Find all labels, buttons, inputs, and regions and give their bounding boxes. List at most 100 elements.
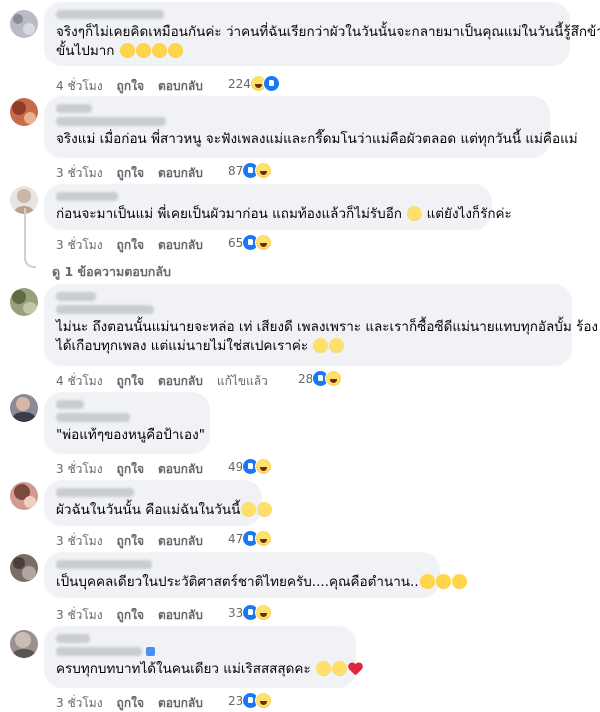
like-button[interactable]: ถูกใจ [117,460,144,479]
edited-label[interactable]: แก้ไขแล้ว [217,372,268,391]
like-button[interactable]: ถูกใจ [117,606,144,625]
blurred-author-name[interactable] [56,192,118,201]
laughing-emoji-icon [257,502,273,517]
comment-bubble: "พ่อแท้ๆของหนูคือป้าเอง" [44,392,210,454]
comment-actions: 3 ชั่วโมง ถูกใจ ตอบกลับ [56,694,217,712]
reaction-count: 224 [228,76,251,91]
comment-actions: 3 ชั่วโมง ถูกใจ ตอบกลับ [56,606,217,625]
blurred-author-name[interactable] [56,400,84,409]
blurred-author-name[interactable] [56,292,96,301]
reaction-count: 65 [228,235,244,250]
comment-time[interactable]: 4 ชั่วโมง [56,77,103,96]
comment-bubble: จริงแม่ เมื่อก่อน พี่สาวหนู จะฟังเพลงแม่… [44,96,578,158]
blurred-author-subname[interactable] [56,647,142,656]
comment-actions: 3 ชั่วโมง ถูกใจ ตอบกลับ [56,532,217,551]
reaction-summary[interactable]: 65 [228,234,273,251]
like-button[interactable]: ถูกใจ [117,532,144,551]
reaction-count: 87 [228,163,244,178]
comment-actions: 4 ชั่วโมง ถูกใจ ตอบกลับ [56,77,217,96]
like-button[interactable]: ถูกใจ [117,164,144,183]
reaction-summary[interactable]: 23 [228,692,273,709]
blurred-author-subname[interactable] [56,413,130,422]
laughing-emoji-icon [313,338,329,353]
comment-text: ครบทุกบทบาทได้ในคนเดียว แม่เริสสสสุดคะ [56,660,348,679]
reply-button[interactable]: ตอบกลับ [158,236,203,255]
comment-time[interactable]: 4 ชั่วโมง [56,372,103,391]
like-button[interactable]: ถูกใจ [117,236,144,255]
haha-reaction-icon [255,692,273,709]
heart-emoji-icon [348,663,363,676]
comment-time[interactable]: 3 ชั่วโมง [56,236,103,255]
comment-time[interactable]: 3 ชั่วโมง [56,606,103,625]
reaction-summary[interactable]: 47 [228,530,273,547]
like-button[interactable]: ถูกใจ [117,372,144,391]
comment-time[interactable]: 3 ชั่วโมง [56,694,103,712]
reply-button[interactable]: ตอบกลับ [158,77,203,96]
reaction-summary[interactable]: 33 [228,604,273,621]
blurred-author-name[interactable] [56,560,152,569]
haha-reaction-icon [255,604,273,621]
comment-bubble: เป็นบุคคลเดียวในประวัติศาสตร์ชาติไทยครับ… [44,552,467,598]
laughing-emoji-icon [407,206,423,221]
avatar[interactable] [10,10,38,38]
avatar[interactable] [10,394,38,422]
comment-actions: 4 ชั่วโมง ถูกใจ ตอบกลับ แก้ไขแล้ว [56,372,282,391]
reaction-summary[interactable]: 87 [228,162,273,179]
reaction-count: 33 [228,605,244,620]
avatar[interactable] [10,554,38,582]
reaction-summary[interactable]: 224 [228,75,280,92]
blurred-author-subname[interactable] [56,117,166,126]
reply-button[interactable]: ตอบกลับ [158,164,203,183]
rofl-emoji-icon [435,574,451,589]
comment-text: เป็นบุคคลเดียวในประวัติศาสตร์ชาติไทยครับ… [56,573,467,592]
haha-reaction-icon [255,530,273,547]
comment-actions: 3 ชั่วโมง ถูกใจ ตอบกลับ [56,164,217,183]
comment-text: จริงๆก็ไม่เคยคิดเหมือนกันค่ะ ว่าคนที่ฉัน… [56,24,600,59]
reaction-count: 47 [228,531,244,546]
rofl-emoji-icon [151,43,167,58]
haha-reaction-icon [255,234,273,251]
haha-reaction-icon [325,370,343,387]
avatar[interactable] [10,482,38,510]
laughing-emoji-icon [241,502,257,517]
comment-text: ไม่นะ ถึงตอนนั้นแม่นายจะหล่อ เท่ เสียงดี… [56,319,599,354]
comment-text: ก่อนจะมาเป็นแม่ พี่เคยเป็นผัวมาก่อน แถมท… [56,206,512,222]
blurred-author-name[interactable] [56,104,92,113]
comment-text: จริงแม่ เมื่อก่อน พี่สาวหนู จะฟังเพลงแม่… [56,131,578,147]
reaction-count: 23 [228,693,244,708]
avatar[interactable] [10,630,38,658]
comment-bubble: จริงๆก็ไม่เคยคิดเหมือนกันค่ะ ว่าคนที่ฉัน… [44,2,600,66]
rofl-emoji-icon [167,43,183,58]
reply-button[interactable]: ตอบกลับ [158,460,203,479]
comment-actions: 3 ชั่วโมง ถูกใจ ตอบกลับ [56,236,217,255]
comment-time[interactable]: 3 ชั่วโมง [56,532,103,551]
reply-thread-line [24,208,36,268]
like-reaction-icon [262,75,280,92]
reaction-summary[interactable]: 28 [298,370,343,387]
haha-reaction-icon [255,162,273,179]
blurred-author-name[interactable] [56,10,164,19]
blurred-author-subname[interactable] [56,305,154,314]
badge-icon [146,647,155,656]
reply-button[interactable]: ตอบกลับ [158,372,203,391]
comment-time[interactable]: 3 ชั่วโมง [56,164,103,183]
rofl-emoji-icon [135,43,151,58]
comment-text: ผัวฉันในวันนั้น คือแม่ฉันในวันนี้ [56,501,273,520]
haha-reaction-icon [255,458,273,475]
like-button[interactable]: ถูกใจ [117,77,144,96]
avatar[interactable] [10,288,38,316]
blurred-author-name[interactable] [56,488,134,497]
blurred-author-name[interactable] [56,634,90,643]
view-replies-link[interactable]: ดู 1 ข้อความตอบกลับ [52,262,171,282]
comment-time[interactable]: 3 ชั่วโมง [56,460,103,479]
reply-button[interactable]: ตอบกลับ [158,694,203,712]
comment-bubble: ก่อนจะมาเป็นแม่ พี่เคยเป็นผัวมาก่อน แถมท… [44,184,512,230]
avatar[interactable] [10,98,38,126]
reply-button[interactable]: ตอบกลับ [158,606,203,625]
comment-bubble: ครบทุกบทบาทได้ในคนเดียว แม่เริสสสสุดคะ [44,626,356,688]
reply-button[interactable]: ตอบกลับ [158,532,203,551]
laughing-emoji-icon [332,661,348,676]
reaction-summary[interactable]: 49 [228,458,273,475]
comment-bubble: ผัวฉันในวันนั้น คือแม่ฉันในวันนี้ [44,480,273,526]
like-button[interactable]: ถูกใจ [117,694,144,712]
